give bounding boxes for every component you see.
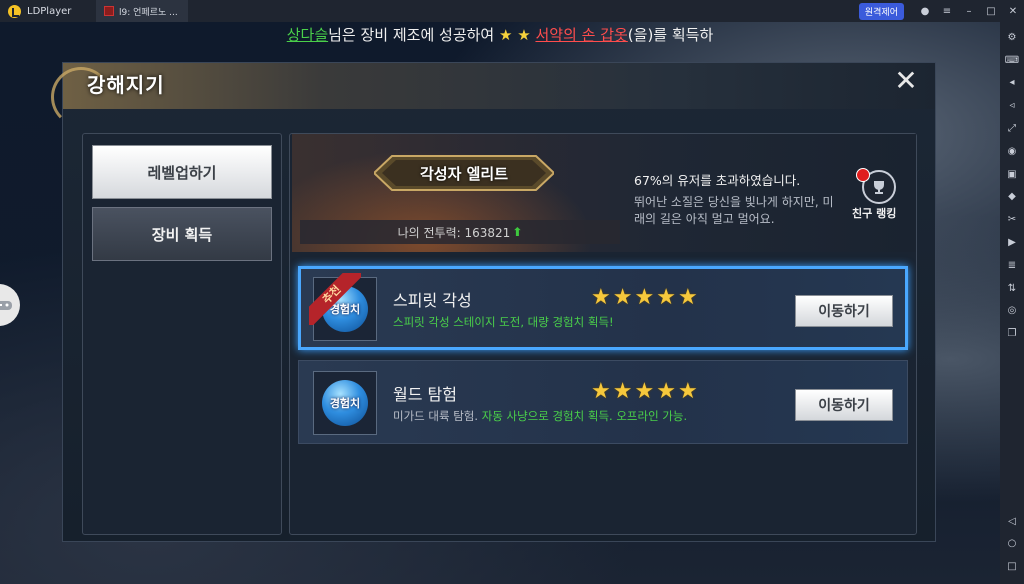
- recent-apps-icon[interactable]: □: [1000, 555, 1024, 578]
- percentile-text: 67%의 유저를 초과하였습니다.: [634, 173, 801, 188]
- friend-ranking-label: 친구 랭킹: [852, 207, 897, 220]
- recommended-badge: 추천: [309, 273, 361, 325]
- dialog-header: 강해지기 ✕: [51, 63, 935, 127]
- ticker-player-name: 상다슬: [286, 26, 329, 44]
- ranking-summary: 각성자 엘리트 나의 전투력: 163821 ⬆ 67%의 유저를 초과하였습니…: [292, 134, 916, 252]
- location-icon[interactable]: ◎: [1000, 300, 1024, 323]
- rank-badge: 각성자 엘리트: [372, 154, 556, 192]
- record-icon[interactable]: ▶: [1000, 231, 1024, 254]
- titlebar-controls: 원격제어 ● ≡ – □ ✕: [858, 0, 1024, 22]
- window-close-icon[interactable]: ✕: [1002, 0, 1024, 22]
- remote-control-button[interactable]: 원격제어: [858, 2, 904, 20]
- star-icon: ★: [591, 285, 611, 310]
- quest-desc-highlight: 스피릿 각성 스테이지 도전, 대량 경험치 획득!: [393, 315, 614, 329]
- sync-icon[interactable]: ⇅: [1000, 277, 1024, 300]
- ticker-text-1: 님은 장비 제조에 성공하여: [328, 26, 499, 44]
- emulator-titlebar: LDPlayer l9: 언페르노 ... 원격제어 ● ≡ – □ ✕: [0, 0, 1024, 22]
- account-icon[interactable]: ●: [914, 0, 936, 22]
- quest-desc-highlight: 자동 사냥으로 경험치 획득. 오프라인 가능.: [481, 409, 688, 423]
- menu-level-up-button[interactable]: 레벨업하기: [92, 145, 272, 199]
- quest-rating: ★ ★ ★ ★ ★: [591, 285, 700, 310]
- category-menu: 레벨업하기 장비 획득: [82, 133, 282, 535]
- quest-item[interactable]: 경험치 추천 스피릿 각성 스피릿 각성 스테이지 도전, 대량 경험치 획득!…: [298, 266, 908, 350]
- ticker-stars: ★ ★: [499, 26, 531, 44]
- menu-icon[interactable]: ≡: [936, 0, 958, 22]
- ldplayer-logo-icon: [8, 4, 21, 18]
- game-screen: 상다슬님은 장비 제조에 성공하여 ★ ★ 서약의 손 갑옷(을)를 획득하 강…: [0, 22, 1000, 584]
- multi-instance-icon[interactable]: ❐: [1000, 322, 1024, 345]
- quest-rating: ★ ★ ★ ★ ★: [591, 379, 700, 404]
- go-button[interactable]: 이동하기: [795, 389, 893, 421]
- dialog-close-button[interactable]: ✕: [891, 67, 921, 97]
- star-icon: ★: [656, 379, 676, 404]
- quest-title: 스피릿 각성: [393, 291, 472, 310]
- ranking-description: 뛰어난 소질은 당신을 빛나게 하지만, 미래의 길은 아직 멀고 멀어요.: [634, 195, 834, 226]
- strengthen-dialog: 강해지기 ✕ 레벨업하기 장비 획득 각성자 엘리트 나의 전투력: 16382…: [51, 62, 936, 542]
- exp-orb-icon: 경험치: [322, 380, 368, 426]
- volume-up-icon[interactable]: ◂: [1000, 72, 1024, 95]
- game-tab-title: l9: 언페르노 ...: [119, 7, 178, 18]
- quest-description: 스피릿 각성 스테이지 도전, 대량 경험치 획득!: [393, 314, 614, 330]
- gamepad-icon[interactable]: ◆: [1000, 186, 1024, 209]
- gamepad-float-icon: [0, 301, 12, 310]
- quest-title: 월드 탐험: [393, 385, 457, 404]
- star-icon: ★: [591, 379, 611, 404]
- quest-desc-plain: 미가드 대륙 탐험.: [393, 409, 482, 423]
- emulator-toolbar: ⚙ ⌨ ◂ ◃ ⤢ ◉ ▣ ◆ ✂ ▶ ≣ ⇅ ◎ ❐ ◁ ○ □: [1000, 22, 1024, 584]
- keyboard-icon[interactable]: ⌨: [1000, 49, 1024, 72]
- up-arrow-icon: ⬆: [512, 225, 523, 239]
- home-icon[interactable]: ○: [1000, 532, 1024, 555]
- star-icon: ★: [677, 379, 698, 404]
- script-icon[interactable]: ≣: [1000, 254, 1024, 277]
- scissors-icon[interactable]: ✂: [1000, 208, 1024, 231]
- minimize-icon[interactable]: –: [958, 0, 980, 22]
- floating-gamepad-button[interactable]: [0, 284, 20, 326]
- quest-exp-icon: 경험치: [313, 371, 377, 435]
- menu-get-equipment-button[interactable]: 장비 획득: [92, 207, 272, 261]
- apk-icon[interactable]: ▣: [1000, 163, 1024, 186]
- game-tab[interactable]: l9: 언페르노 ...: [96, 0, 188, 22]
- star-icon: ★: [656, 285, 676, 310]
- trophy-icon: [874, 181, 884, 194]
- settings-icon[interactable]: ⚙: [1000, 26, 1024, 49]
- game-tab-icon: [104, 6, 114, 16]
- star-icon: ★: [634, 285, 655, 310]
- content-panel: 각성자 엘리트 나의 전투력: 163821 ⬆ 67%의 유저를 초과하였습니…: [289, 133, 917, 535]
- star-icon: ★: [612, 285, 633, 310]
- android-nav: ◁ ○ □: [1000, 510, 1024, 578]
- app-tab[interactable]: LDPlayer: [0, 0, 96, 22]
- star-icon: ★: [677, 285, 698, 310]
- quest-description: 미가드 대륙 탐험. 자동 사냥으로 경험치 획득. 오프라인 가능.: [393, 408, 687, 424]
- ticker-text-2: (을)를 획득하: [627, 26, 714, 44]
- dialog-title: 강해지기: [87, 73, 165, 97]
- announcement-ticker: 상다슬님은 장비 제조에 성공하여 ★ ★ 서약의 손 갑옷(을)를 획득하: [0, 24, 1000, 45]
- volume-down-icon[interactable]: ◃: [1000, 94, 1024, 117]
- quest-item[interactable]: 경험치 월드 탐험 미가드 대륙 탐험. 자동 사냥으로 경험치 획득. 오프라…: [298, 360, 908, 444]
- notification-dot: [856, 168, 870, 182]
- go-button[interactable]: 이동하기: [795, 295, 893, 327]
- combat-power-text: 나의 전투력: 163821: [397, 225, 511, 240]
- back-icon[interactable]: ◁: [1000, 510, 1024, 533]
- combat-power-bar: 나의 전투력: 163821 ⬆: [300, 220, 620, 244]
- screenshot-icon[interactable]: ◉: [1000, 140, 1024, 163]
- star-icon: ★: [612, 379, 633, 404]
- fullscreen-icon[interactable]: ⤢: [1000, 117, 1024, 140]
- ticker-item-name: 서약의 손 갑옷: [535, 26, 628, 44]
- star-icon: ★: [634, 379, 655, 404]
- recommended-ribbon: 추천: [309, 273, 361, 325]
- app-name: LDPlayer: [27, 5, 72, 17]
- rank-badge-label: 각성자 엘리트: [419, 164, 509, 183]
- maximize-icon[interactable]: □: [980, 0, 1002, 22]
